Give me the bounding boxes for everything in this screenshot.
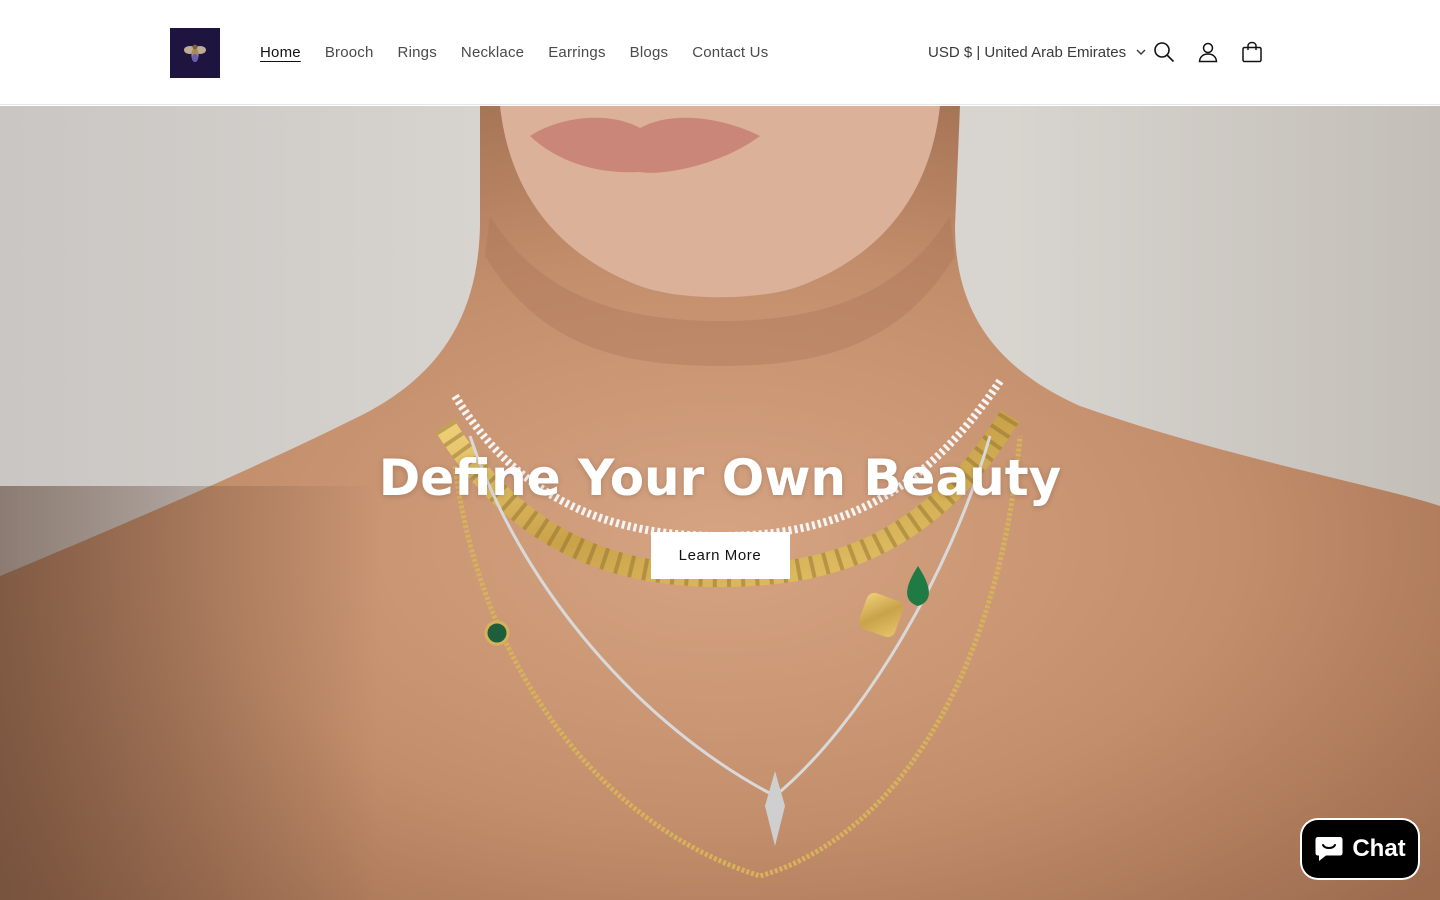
nav-item-home[interactable]: Home <box>248 44 313 61</box>
currency-country-selector[interactable]: USD $ | United Arab Emirates <box>928 0 1146 105</box>
site-header: Home Brooch Rings Necklace Earrings Blog… <box>0 0 1440 105</box>
nav-item-contact-us[interactable]: Contact Us <box>680 44 780 61</box>
learn-more-button[interactable]: Learn More <box>650 532 790 579</box>
search-button[interactable] <box>1150 38 1178 66</box>
main-nav: Home Brooch Rings Necklace Earrings Blog… <box>248 0 780 105</box>
hero-banner: Define Your Own Beauty Learn More <box>0 106 1440 900</box>
currency-country-label: USD $ | United Arab Emirates <box>928 44 1127 61</box>
account-icon <box>1198 42 1218 63</box>
cart-icon <box>1242 41 1262 63</box>
cart-button[interactable] <box>1238 38 1266 66</box>
nav-item-earrings[interactable]: Earrings <box>536 44 617 61</box>
nav-item-necklace[interactable]: Necklace <box>449 44 536 61</box>
nav-item-blogs[interactable]: Blogs <box>618 44 681 61</box>
search-icon <box>1154 42 1175 63</box>
hero-title: Define Your Own Beauty <box>378 449 1062 507</box>
hero-content: Define Your Own Beauty Learn More <box>0 446 1440 579</box>
chat-label: Chat <box>1352 835 1406 862</box>
chat-bubble-icon <box>1315 837 1343 861</box>
bee-icon <box>184 44 206 62</box>
chevron-down-icon <box>1136 49 1146 55</box>
nav-item-brooch[interactable]: Brooch <box>313 44 386 61</box>
account-button[interactable] <box>1194 38 1222 66</box>
chat-button[interactable]: Chat <box>1302 820 1418 878</box>
store-logo[interactable] <box>170 28 220 78</box>
nav-item-rings[interactable]: Rings <box>386 44 449 61</box>
